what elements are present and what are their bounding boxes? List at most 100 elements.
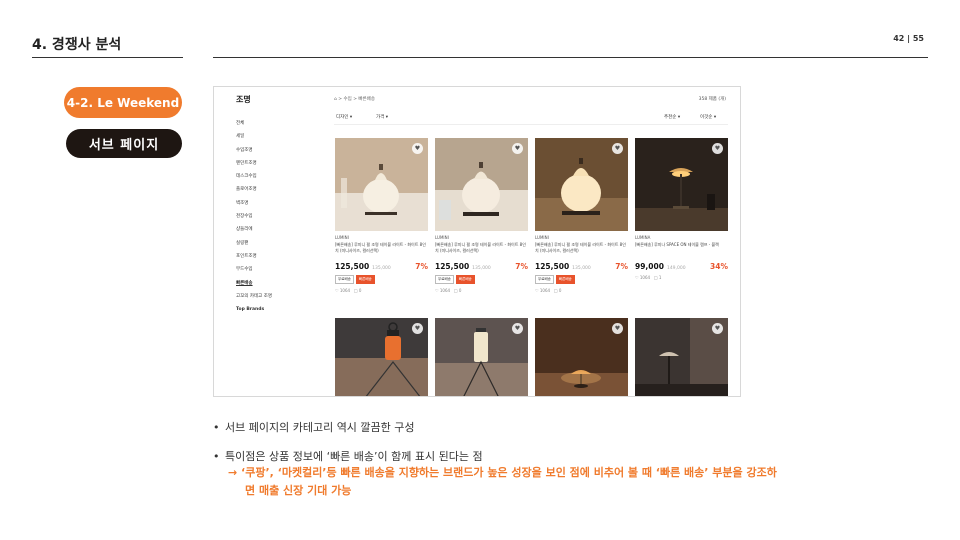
product-image[interactable]: ♥ bbox=[535, 318, 628, 396]
product-meta: ♡ 1064 □ 0 bbox=[435, 288, 461, 293]
wishlist-heart-icon[interactable]: ♥ bbox=[412, 323, 423, 334]
product-price: 99,000 149,000 bbox=[635, 262, 686, 271]
wishlist-heart-icon[interactable]: ♥ bbox=[512, 323, 523, 334]
review-count[interactable]: □ 0 bbox=[354, 288, 362, 293]
product-brand: LUMINI bbox=[335, 235, 349, 240]
bullet-text: 서브 페이지의 카테고리 역시 깔끔한 구성 bbox=[225, 421, 415, 434]
product-brand: LUMINA bbox=[635, 235, 651, 240]
free-shipping-badge: 무료배송 bbox=[535, 275, 554, 284]
sidebar-item-curated[interactable]: 고꼬의 카테고 조명 bbox=[236, 290, 326, 303]
product-brand: LUMINI bbox=[535, 235, 549, 240]
product-image[interactable]: ♥ bbox=[635, 138, 728, 231]
page-type-tag: 서브 페이지 bbox=[66, 129, 182, 158]
like-count[interactable]: ♡ 1064 bbox=[335, 288, 350, 293]
page-title: 4. 경쟁사 분석 bbox=[32, 37, 122, 53]
sidebar-item-wall[interactable]: 벽조명 bbox=[236, 197, 326, 210]
product-name[interactable]: [빠른배송] 루미니 펄 조명 테이블 라이트 - 화이트 8인치 (미니사이즈… bbox=[335, 242, 428, 254]
sidebar-item-pendant[interactable]: 펜던트조명 bbox=[236, 157, 326, 170]
design-filter[interactable]: 디자인 ▾ bbox=[336, 114, 352, 120]
sidebar-item-ceiling[interactable]: 천장수입 bbox=[236, 210, 326, 223]
product-meta: ♡ 1064 □ 1 bbox=[635, 275, 661, 280]
sidebar-item-imported[interactable]: 수입조명 bbox=[236, 144, 326, 157]
product-meta: ♡ 1064 □ 0 bbox=[535, 288, 561, 293]
product-price: 125,500 135,000 bbox=[435, 262, 491, 271]
product-price: 125,500 135,000 bbox=[335, 262, 391, 271]
product-image[interactable]: ♥ bbox=[635, 318, 728, 396]
sale-price: 125,500 bbox=[335, 262, 370, 271]
original-price: 135,000 bbox=[572, 266, 591, 271]
product-name[interactable]: [빠른배송] 루미나 SPACE ON 테이블 램프 - 블랙 bbox=[635, 242, 728, 254]
product-name[interactable]: [빠른배송] 루미니 펄 조명 테이블 라이트 - 화이트 8인치 (미니사이즈… bbox=[535, 242, 628, 254]
product-image[interactable]: ♥ bbox=[435, 318, 528, 396]
sale-price: 125,500 bbox=[535, 262, 570, 271]
product-meta: ♡ 1064 □ 0 bbox=[335, 288, 361, 293]
title-divider-right bbox=[213, 57, 928, 58]
original-price: 135,000 bbox=[472, 266, 491, 271]
like-count[interactable]: ♡ 1064 bbox=[635, 275, 650, 280]
original-price: 135,000 bbox=[372, 266, 391, 271]
order-sort[interactable]: 이것순 ▾ bbox=[700, 114, 716, 120]
filter-bar: 디자인 ▾ 가격 ▾ 추천순 ▾ 이것순 ▾ bbox=[334, 111, 728, 125]
sidebar-title: 조명 bbox=[236, 95, 251, 104]
product-badges: 무료배송 빠른배송 bbox=[535, 275, 575, 284]
wishlist-heart-icon[interactable]: ♥ bbox=[712, 143, 723, 154]
page-number: 42 | 55 bbox=[893, 34, 924, 43]
free-shipping-badge: 무료배송 bbox=[335, 275, 354, 284]
discount-rate: 7% bbox=[415, 262, 428, 271]
wishlist-heart-icon[interactable]: ♥ bbox=[412, 143, 423, 154]
sidebar-item-chandelier[interactable]: 샹들리에 bbox=[236, 223, 326, 236]
review-count[interactable]: □ 1 bbox=[654, 275, 662, 280]
price-filter[interactable]: 가격 ▾ bbox=[376, 114, 388, 120]
bullet-dot: • bbox=[213, 421, 220, 434]
product-price: 125,500 135,000 bbox=[535, 262, 591, 271]
sidebar-item-ceiling-fan[interactable]: 실링팬 bbox=[236, 237, 326, 250]
fast-delivery-badge: 빠른배송 bbox=[555, 275, 575, 284]
product-name[interactable]: [빠른배송] 루미니 펄 조명 테이블 라이트 - 화이트 8인치 (미니사이즈… bbox=[435, 242, 528, 254]
bullet-dot: • bbox=[213, 450, 220, 463]
sidebar-item-top-brands[interactable]: Top Brands bbox=[236, 303, 326, 316]
insight-text-line2: 면 매출 신장 기대 가능 bbox=[245, 484, 352, 497]
wishlist-heart-icon[interactable]: ♥ bbox=[612, 323, 623, 334]
product-image[interactable]: ♥ bbox=[335, 138, 428, 231]
bullet-text: 특이점은 상품 정보에 ‘빠른 배송’이 함께 표시 된다는 점 bbox=[225, 450, 483, 463]
product-badges: 무료배송 빠른배송 bbox=[335, 275, 375, 284]
sidebar-item-floor[interactable]: 플로어조명 bbox=[236, 183, 326, 196]
recommend-sort[interactable]: 추천순 ▾ bbox=[664, 114, 680, 120]
sidebar-item-mood[interactable]: 무드수입 bbox=[236, 263, 326, 276]
review-count[interactable]: □ 0 bbox=[454, 288, 462, 293]
wishlist-heart-icon[interactable]: ♥ bbox=[512, 143, 523, 154]
sale-price: 99,000 bbox=[635, 262, 664, 271]
breadcrumb[interactable]: ⌂ > 수입 > 빠른배송 bbox=[334, 96, 375, 102]
product-image[interactable]: ♥ bbox=[335, 318, 428, 396]
insight-text-line1: → ‘쿠팡’, ‘마켓컬리’등 빠른 배송을 지향하는 브랜드가 높은 성장을 … bbox=[228, 466, 777, 479]
sidebar-item-all[interactable]: 전체 bbox=[236, 117, 326, 130]
product-image[interactable]: ♥ bbox=[535, 138, 628, 231]
sale-price: 125,500 bbox=[435, 262, 470, 271]
discount-rate: 34% bbox=[710, 262, 728, 271]
original-price: 149,000 bbox=[666, 266, 686, 271]
fast-delivery-badge: 빠른배송 bbox=[355, 275, 375, 284]
sidebar-item-fast-delivery[interactable]: 빠른배송 bbox=[236, 277, 326, 290]
bullet-point: • 서브 페이지의 카테고리 역시 깔끔한 구성 bbox=[213, 419, 415, 435]
fast-delivery-badge: 빠른배송 bbox=[455, 275, 475, 284]
sidebar-item-point[interactable]: 포인트조명 bbox=[236, 250, 326, 263]
brand-tag: 4-2. Le Weekend bbox=[64, 87, 182, 118]
title-divider-left bbox=[32, 57, 183, 58]
discount-rate: 7% bbox=[615, 262, 628, 271]
product-brand: LUMINI bbox=[435, 235, 449, 240]
wishlist-heart-icon[interactable]: ♥ bbox=[612, 143, 623, 154]
result-count: 358 제품 (개) bbox=[698, 97, 726, 102]
like-count[interactable]: ♡ 1064 bbox=[435, 288, 450, 293]
discount-rate: 7% bbox=[515, 262, 528, 271]
free-shipping-badge: 무료배송 bbox=[435, 275, 454, 284]
wishlist-heart-icon[interactable]: ♥ bbox=[712, 323, 723, 334]
review-count[interactable]: □ 0 bbox=[554, 288, 562, 293]
like-count[interactable]: ♡ 1064 bbox=[535, 288, 550, 293]
website-screenshot: 조명 전체 세일 수입조명 펜던트조명 데스크수입 플로어조명 벽조명 천장수입… bbox=[213, 86, 741, 397]
sidebar-item-sale[interactable]: 세일 bbox=[236, 130, 326, 143]
category-sidebar: 조명 전체 세일 수입조명 펜던트조명 데스크수입 플로어조명 벽조명 천장수입… bbox=[236, 94, 326, 316]
bullet-point: • 특이점은 상품 정보에 ‘빠른 배송’이 함께 표시 된다는 점 bbox=[213, 448, 483, 464]
product-image[interactable]: ♥ bbox=[435, 138, 528, 231]
sidebar-item-desk[interactable]: 데스크수입 bbox=[236, 170, 326, 183]
product-badges: 무료배송 빠른배송 bbox=[435, 275, 475, 284]
